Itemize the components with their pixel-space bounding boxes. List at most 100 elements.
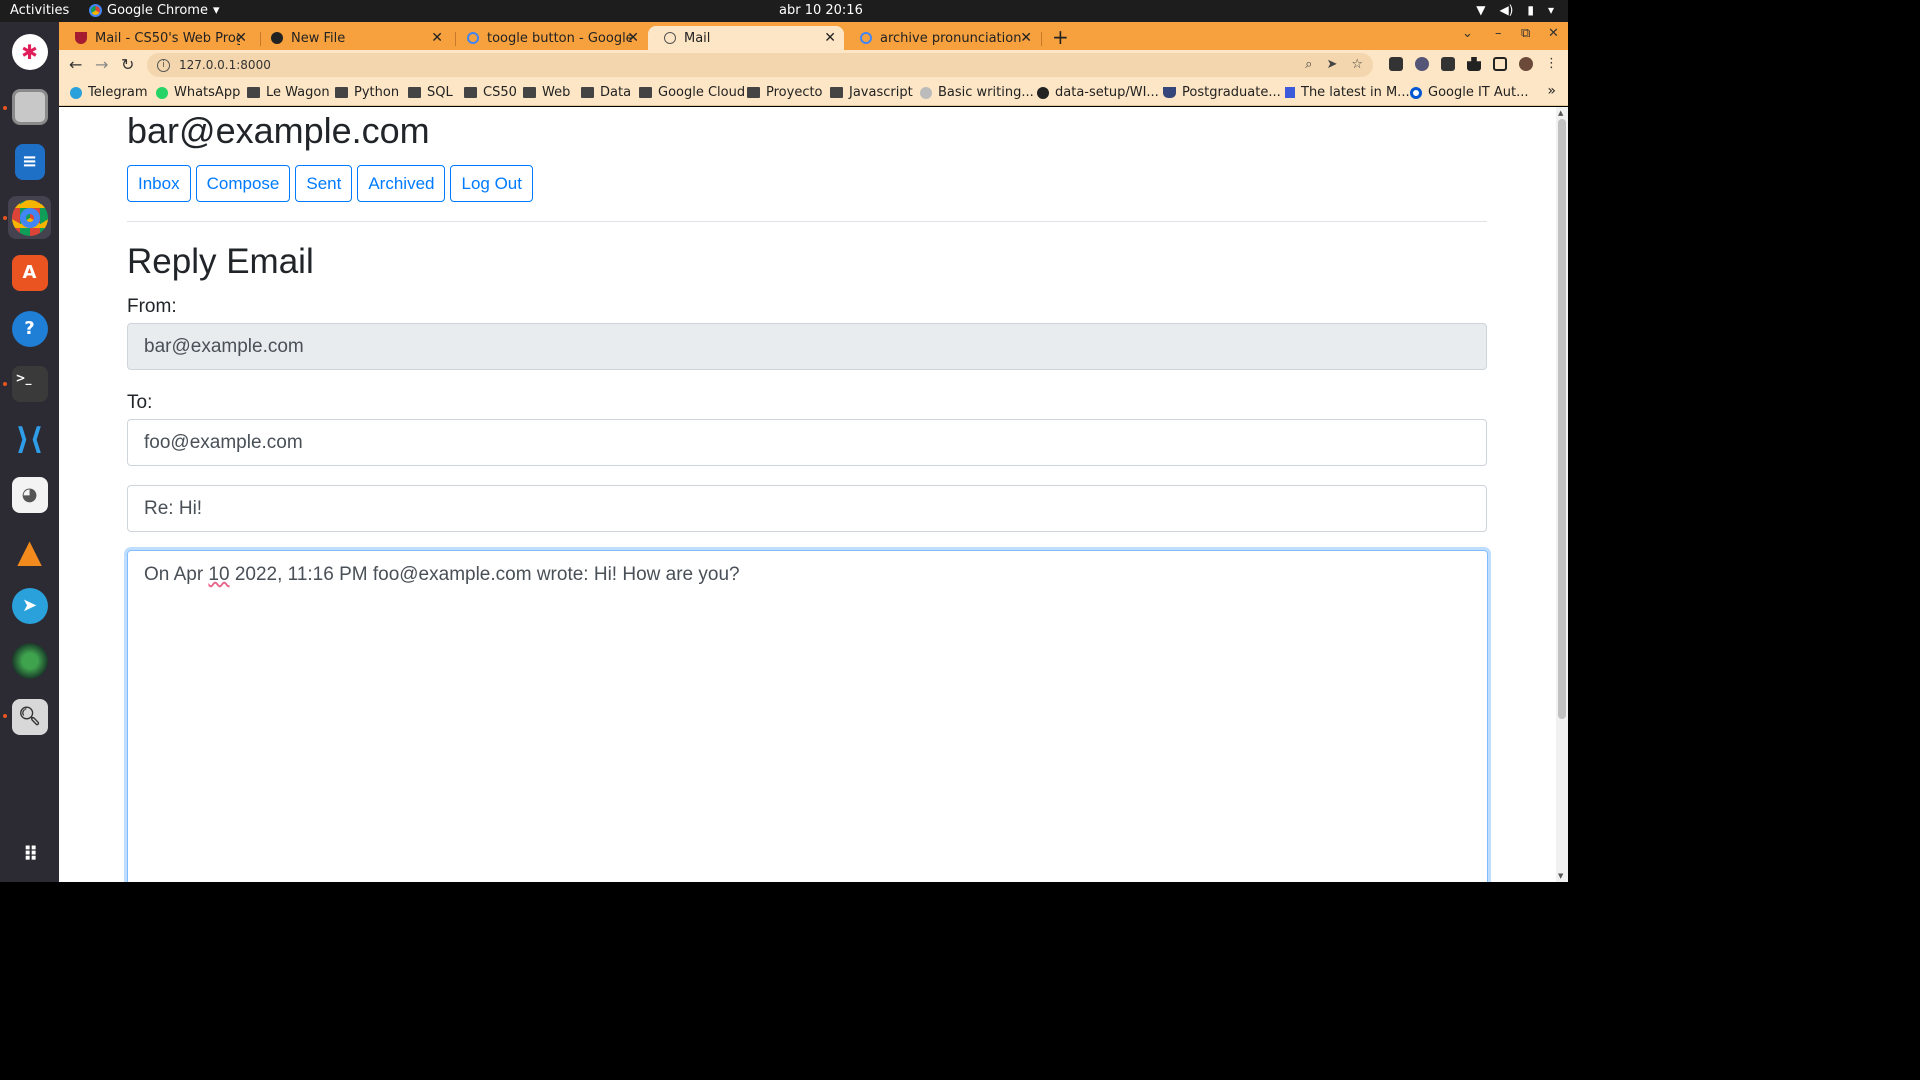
- bookmark-item[interactable]: SQL: [408, 85, 453, 100]
- bookmark-label: SQL: [427, 85, 453, 100]
- bookmark-item[interactable]: Basic writing...: [920, 85, 1034, 100]
- scroll-down-icon[interactable]: ▼: [1558, 872, 1563, 880]
- volume-icon: ◀): [1499, 3, 1514, 17]
- slack-icon: ✱: [11, 33, 48, 70]
- github-icon: [271, 32, 283, 44]
- globe-icon: [664, 32, 676, 44]
- dock-vscode[interactable]: ⟩⟨: [8, 418, 51, 461]
- dock-slack[interactable]: ✱: [8, 30, 51, 73]
- bookmark-item[interactable]: Data: [581, 85, 631, 100]
- tab-mail[interactable]: Mail ✕: [648, 26, 844, 50]
- spellcheck-flagged-word: 10: [208, 564, 230, 585]
- kebab-menu-icon[interactable]: ⋮: [1545, 57, 1558, 71]
- tab-cs50-mail[interactable]: Mail - CS50's Web Progran ✕: [59, 26, 255, 50]
- bookmark-label: WhatsApp: [174, 85, 241, 100]
- close-window-icon[interactable]: ✕: [1548, 26, 1559, 41]
- dock-files[interactable]: [8, 85, 51, 128]
- extension-icon[interactable]: [1389, 57, 1403, 71]
- minimize-icon[interactable]: –: [1495, 26, 1502, 41]
- logout-button[interactable]: Log Out: [450, 165, 533, 202]
- archived-button[interactable]: Archived: [357, 165, 446, 202]
- folder-icon: [747, 87, 760, 98]
- body-textarea[interactable]: On Apr 10 2022, 11:16 PM foo@example.com…: [127, 550, 1488, 882]
- dock-chrome[interactable]: [8, 196, 51, 239]
- restore-icon[interactable]: ⧉: [1521, 26, 1530, 41]
- bookmark-item[interactable]: Telegram: [70, 85, 148, 100]
- tab-label: Mail: [684, 30, 711, 46]
- bookmark-icon: [1285, 87, 1295, 98]
- bookmark-item[interactable]: Le Wagon: [247, 85, 330, 100]
- new-tab-button[interactable]: +: [1052, 25, 1069, 49]
- battery-icon: ▮: [1527, 3, 1534, 17]
- app-menu[interactable]: Google Chrome ▾: [89, 3, 220, 18]
- puzzle-icon[interactable]: [1467, 57, 1481, 71]
- bookmark-item[interactable]: Google IT Aut...: [1410, 85, 1529, 100]
- close-tab-icon[interactable]: ✕: [235, 30, 247, 46]
- tab-google-toogle[interactable]: toogle button - Google Se ✕: [451, 26, 647, 50]
- inbox-button[interactable]: Inbox: [127, 165, 191, 202]
- bookmark-star-icon[interactable]: ☆: [1351, 57, 1363, 72]
- tab-strip: Mail - CS50's Web Progran ✕ New File ✕ t…: [59, 22, 1568, 50]
- bookmark-item[interactable]: Python: [335, 85, 399, 100]
- bookmark-label: Le Wagon: [266, 85, 330, 100]
- page-title: Reply Email: [127, 242, 314, 281]
- close-tab-icon[interactable]: ✕: [824, 30, 836, 46]
- bookmark-item[interactable]: Postgraduate...: [1163, 85, 1281, 100]
- tab-search-icon[interactable]: ⌄: [1462, 26, 1473, 41]
- bookmark-item[interactable]: Google Cloud: [639, 85, 745, 100]
- dock-help[interactable]: ?: [8, 307, 51, 350]
- bookmark-item[interactable]: data-setup/WI...: [1037, 85, 1159, 100]
- bookmark-item[interactable]: CS50: [464, 85, 517, 100]
- site-info-icon[interactable]: i: [157, 58, 170, 72]
- dock-show-apps[interactable]: ⠿: [8, 832, 51, 875]
- close-tab-icon[interactable]: ✕: [627, 30, 639, 46]
- sent-button[interactable]: Sent: [295, 165, 353, 202]
- recipients-field[interactable]: foo@example.com: [127, 419, 1487, 466]
- zoom-icon[interactable]: ⌕: [1305, 57, 1312, 72]
- dock-gimp[interactable]: ◕: [8, 473, 51, 516]
- bookmark-label: Google Cloud: [658, 85, 746, 100]
- side-panel-icon[interactable]: [1493, 57, 1507, 71]
- bookmark-item[interactable]: Javascript: [830, 85, 913, 100]
- forward-icon[interactable]: →: [95, 55, 108, 74]
- dock-camera[interactable]: [8, 639, 51, 682]
- activities-button[interactable]: Activities: [10, 3, 69, 18]
- dock-software[interactable]: A: [8, 251, 51, 294]
- dock-vlc[interactable]: ▲: [8, 529, 51, 572]
- notion-icon[interactable]: [1441, 57, 1455, 71]
- camera-icon: [11, 642, 48, 679]
- extensions-area: ⋮: [1389, 57, 1558, 71]
- tab-new-file[interactable]: New File ✕: [255, 26, 451, 50]
- page-scrollbar[interactable]: ▲ ▼: [1556, 107, 1568, 882]
- dock-telegram[interactable]: ➤: [8, 584, 51, 627]
- dock-image-viewer[interactable]: 🔍︎: [8, 695, 51, 738]
- bookmark-item[interactable]: Proyecto: [747, 85, 823, 100]
- more-bookmarks-icon[interactable]: »: [1547, 83, 1556, 99]
- dock-terminal[interactable]: >_: [8, 362, 51, 405]
- system-tray[interactable]: ▼ ◀) ▮ ▾: [1476, 3, 1554, 17]
- chevron-down-icon: ▾: [212, 3, 220, 18]
- bookmark-label: Google IT Aut...: [1428, 85, 1529, 100]
- address-bar[interactable]: i 127.0.0.1:8000 ⌕ ➤ ☆: [147, 53, 1373, 77]
- close-tab-icon[interactable]: ✕: [431, 30, 443, 46]
- bookmark-item[interactable]: WhatsApp: [156, 85, 240, 100]
- scroll-up-icon[interactable]: ▲: [1558, 109, 1563, 117]
- dock-libreoffice-writer[interactable]: ≡: [8, 140, 51, 183]
- tab-archive-pronunciation[interactable]: archive pronunciation - Go ✕: [844, 26, 1040, 50]
- divider: [127, 221, 1487, 222]
- bookmark-label: data-setup/WI...: [1055, 85, 1159, 100]
- compose-button[interactable]: Compose: [195, 165, 291, 202]
- back-icon[interactable]: ←: [69, 55, 82, 74]
- close-tab-icon[interactable]: ✕: [1020, 30, 1032, 46]
- bookmark-item[interactable]: Web: [523, 85, 570, 100]
- extension-icon[interactable]: [1415, 57, 1429, 71]
- send-icon[interactable]: ➤: [1326, 57, 1337, 72]
- subject-field[interactable]: Re: Hi!: [127, 485, 1487, 532]
- scrollbar-thumb[interactable]: [1558, 119, 1566, 719]
- bookmark-item[interactable]: The latest in M...: [1285, 85, 1410, 100]
- reload-icon[interactable]: ↻: [121, 55, 134, 74]
- avatar[interactable]: [1519, 57, 1533, 71]
- bookmark-label: The latest in M...: [1301, 85, 1410, 100]
- clock[interactable]: abr 10 20:16: [779, 3, 863, 18]
- url-text: 127.0.0.1:8000: [179, 58, 271, 72]
